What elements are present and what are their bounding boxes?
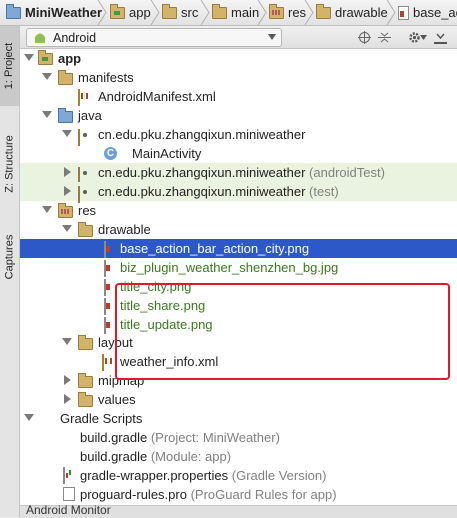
tree-node-file[interactable]: base_action_bar_action_city.png [20, 239, 457, 258]
folder-icon [78, 335, 93, 350]
project-panel-header: Android [20, 26, 457, 49]
breadcrumb-item-miniweather[interactable]: MiniWeather [6, 0, 102, 25]
expand-arrow-icon[interactable] [42, 206, 52, 213]
breadcrumb-item-app[interactable]: app [110, 0, 151, 25]
folder-icon [212, 3, 227, 19]
expand-arrow-icon[interactable] [62, 338, 72, 345]
breadcrumb-separator [200, 0, 210, 25]
tree-node-layout[interactable]: layout [20, 333, 457, 352]
tree-node-manifests[interactable]: manifests [20, 68, 457, 87]
tree-node-package-main[interactable]: cn.edu.pku.zhangqixun.miniweather [20, 125, 457, 146]
folder-icon [316, 3, 331, 19]
tree-node-android-manifest[interactable]: AndroidManifest.xml [20, 87, 457, 106]
project-folder-icon [6, 3, 21, 19]
tree-node-package-test[interactable]: cn.edu.pku.zhangqixun.miniweather (test) [20, 182, 457, 203]
breadcrumb-separator [150, 0, 160, 25]
folder-icon [78, 392, 93, 407]
expand-arrow-icon[interactable] [42, 73, 52, 80]
collapse-all-icon[interactable] [376, 29, 392, 45]
breadcrumb-separator [97, 0, 107, 25]
project-tree: app manifests AndroidManifest.xml java c… [20, 49, 457, 505]
bottom-tool-bar: Android Monitor [20, 503, 457, 518]
tree-node-build-gradle-project[interactable]: build.gradle (Project: MiniWeather) [20, 428, 457, 447]
module-folder-icon [110, 3, 125, 19]
hide-panel-icon[interactable] [432, 29, 448, 45]
tree-node-build-gradle-module[interactable]: build.gradle (Module: app) [20, 447, 457, 466]
android-monitor-tab[interactable]: Android Monitor [26, 503, 111, 517]
xml-file-icon [102, 354, 104, 371]
folder-icon [58, 70, 73, 85]
resource-folder-icon [58, 203, 73, 218]
image-file-icon [104, 279, 106, 296]
breadcrumb-item-drawable[interactable]: drawable [316, 0, 388, 25]
tree-node-file[interactable]: title_update.png [20, 315, 457, 334]
gear-dropdown-icon[interactable] [419, 29, 427, 45]
breadcrumb-item-res[interactable]: res [269, 0, 306, 25]
class-icon: C [104, 147, 117, 160]
tree-node-file[interactable]: title_share.png [20, 296, 457, 315]
scroll-from-source-icon[interactable] [356, 29, 372, 45]
image-file-icon [104, 260, 106, 277]
breadcrumb-item-base-action[interactable]: base_ac [398, 0, 457, 25]
tree-node-file[interactable]: biz_plugin_weather_shenzhen_bg.jpg [20, 258, 457, 277]
tab-project[interactable]: 1: Project [0, 26, 19, 106]
expand-arrow-icon[interactable] [24, 54, 34, 61]
tree-node-drawable[interactable]: drawable [20, 220, 457, 239]
expand-arrow-icon[interactable] [62, 225, 72, 232]
folder-icon [78, 373, 93, 388]
breadcrumb-item-src[interactable]: src [162, 0, 198, 25]
properties-file-icon [63, 467, 65, 484]
tree-node-package-androidtest[interactable]: cn.edu.pku.zhangqixun.miniweather (andro… [20, 163, 457, 184]
tree-node-gradle-scripts[interactable]: Gradle Scripts [20, 409, 457, 428]
breadcrumb-item-main[interactable]: main [212, 0, 259, 25]
breadcrumb-separator [386, 0, 396, 25]
image-file-icon [104, 241, 106, 258]
tree-node-weather-info[interactable]: weather_info.xml [20, 352, 457, 371]
breadcrumb-separator [304, 0, 314, 25]
module-folder-icon [38, 50, 53, 65]
breadcrumb: MiniWeather app src main res drawable ba… [0, 0, 457, 26]
xml-file-icon [78, 89, 80, 106]
tree-node-java[interactable]: java [20, 106, 457, 125]
expand-arrow-icon[interactable] [24, 414, 34, 421]
text-file-icon [63, 487, 75, 501]
tab-captures[interactable]: Captures [0, 222, 19, 292]
collapse-arrow-icon[interactable] [64, 375, 71, 385]
breadcrumb-separator [257, 0, 267, 25]
tree-node-app[interactable]: app [20, 49, 457, 68]
image-file-icon [104, 298, 106, 315]
expand-arrow-icon[interactable] [42, 111, 52, 118]
image-file-icon [398, 5, 409, 20]
view-mode-dropdown[interactable]: Android [26, 28, 282, 47]
resource-folder-icon [269, 3, 284, 19]
side-tool-strip: 1: Project Z: Structure Captures [0, 26, 20, 517]
tree-node-file[interactable]: title_city.png [20, 277, 457, 296]
tab-structure[interactable]: Z: Structure [0, 118, 19, 210]
expand-arrow-icon[interactable] [62, 130, 72, 137]
chevron-down-icon [268, 34, 276, 40]
tree-node-gradle-wrapper[interactable]: gradle-wrapper.properties (Gradle Versio… [20, 466, 457, 485]
folder-icon [78, 222, 93, 237]
tree-node-proguard[interactable]: proguard-rules.pro (ProGuard Rules for a… [20, 485, 457, 504]
collapse-arrow-icon[interactable] [64, 394, 71, 404]
tree-node-mipmap[interactable]: mipmap [20, 371, 457, 390]
image-file-icon [104, 317, 106, 334]
tree-node-main-activity[interactable]: C MainActivity [20, 144, 457, 163]
tree-node-values[interactable]: values [20, 390, 457, 409]
collapse-arrow-icon[interactable] [64, 186, 71, 196]
folder-icon [162, 3, 177, 19]
source-folder-icon [58, 108, 73, 123]
collapse-arrow-icon[interactable] [64, 167, 71, 177]
tree-node-res[interactable]: res [20, 201, 457, 220]
android-icon [35, 33, 45, 43]
